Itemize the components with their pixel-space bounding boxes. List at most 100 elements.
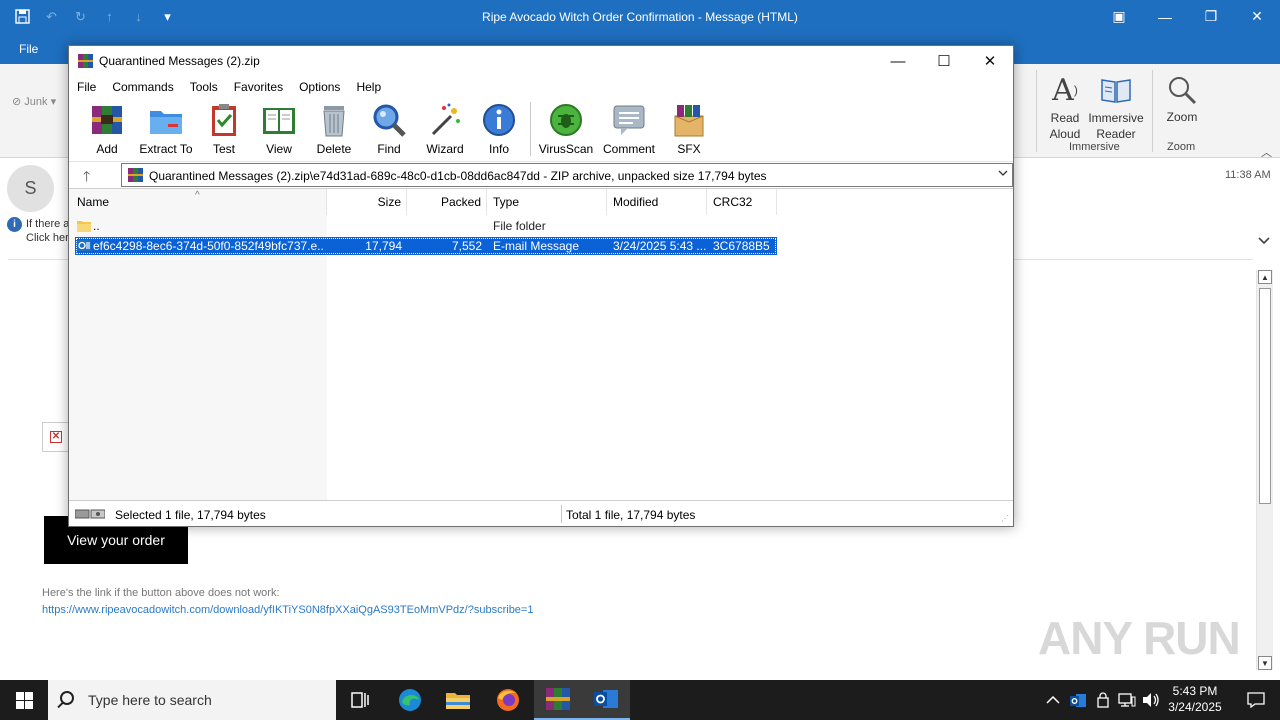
column-header-type[interactable]: Type: [487, 189, 607, 215]
add-label: Add: [96, 142, 118, 156]
broken-image-icon: ✕: [50, 431, 62, 443]
info-button[interactable]: Info: [469, 102, 529, 156]
tab-file[interactable]: File: [19, 42, 38, 56]
find-button[interactable]: Find: [359, 102, 419, 156]
taskbar-edge[interactable]: [386, 680, 434, 720]
scroll-up-icon[interactable]: ▲: [1258, 270, 1272, 284]
show-hidden-icons-button[interactable]: [1046, 680, 1060, 720]
anyrun-watermark: ANY RUN: [1038, 612, 1241, 664]
taskbar-firefox[interactable]: [484, 680, 532, 720]
menu-favorites[interactable]: Favorites: [226, 76, 291, 98]
delete-label: Delete: [316, 142, 352, 156]
column-header-size[interactable]: Size: [327, 189, 407, 215]
test-label: Test: [212, 142, 235, 156]
row-type: File folder: [493, 219, 546, 233]
row-name: ..: [93, 219, 100, 233]
menu-commands[interactable]: Commands: [104, 76, 181, 98]
table-row[interactable]: .. File folder: [75, 217, 777, 235]
volume-icon: [1143, 693, 1159, 707]
chevron-down-icon[interactable]: [998, 168, 1008, 179]
taskbar-outlook[interactable]: [582, 680, 630, 720]
name-column-background: [69, 189, 327, 500]
search-icon: [60, 691, 74, 705]
scroll-down-icon[interactable]: ▼: [1258, 656, 1272, 670]
test-button[interactable]: Test: [194, 102, 254, 156]
add-button[interactable]: Add: [77, 102, 137, 156]
tray-vpn[interactable]: [1095, 680, 1111, 720]
menu-options[interactable]: Options: [291, 76, 348, 98]
archive-path-combobox[interactable]: Quarantined Messages (2).zip\e74d31ad-68…: [121, 163, 1013, 187]
message-scrollbar[interactable]: ▲ ▼: [1256, 270, 1273, 670]
restore-button[interactable]: ❐: [1188, 0, 1234, 33]
taskbar-clock[interactable]: 5:43 PM 3/24/2025: [1160, 683, 1230, 715]
close-button[interactable]: ✕: [967, 46, 1013, 76]
file-list[interactable]: Name ^ Size Packed Type Modified CRC32 .…: [69, 188, 1013, 501]
column-header-name[interactable]: Name ^: [69, 189, 327, 215]
zoom-icon: [1160, 70, 1204, 110]
tray-outlook[interactable]: [1070, 680, 1086, 720]
column-header-crc32[interactable]: CRC32: [707, 189, 777, 215]
menu-tools[interactable]: Tools: [182, 76, 226, 98]
tray-network[interactable]: [1118, 680, 1136, 720]
info-bar-text: If there a: [26, 218, 70, 230]
notification-center-button[interactable]: [1232, 680, 1280, 720]
status-total: Total 1 file, 17,794 bytes: [566, 508, 696, 522]
virusscan-button[interactable]: VirusScan: [536, 102, 596, 156]
sfx-button[interactable]: SFX: [659, 102, 719, 156]
resize-grip-icon[interactable]: ⋰: [1001, 514, 1011, 524]
start-button[interactable]: [0, 680, 48, 720]
taskbar-search-box[interactable]: Type here to search: [48, 680, 336, 720]
scroll-thumb[interactable]: [1259, 288, 1271, 504]
view-button[interactable]: View: [249, 102, 309, 156]
magic-wand-icon: [427, 102, 463, 138]
up-one-level-icon[interactable]: 🡑: [83, 166, 90, 190]
row-type: E-mail Message: [493, 239, 580, 253]
close-button[interactable]: ✕: [1234, 0, 1280, 33]
menu-file[interactable]: File: [69, 76, 104, 98]
ribbon-display-options-icon[interactable]: ▣: [1096, 0, 1142, 33]
expand-header-icon[interactable]: [1258, 234, 1270, 248]
column-header-packed[interactable]: Packed: [407, 189, 487, 215]
immersive-reader-button[interactable]: Immersive Reader: [1088, 70, 1144, 142]
ribbon-divider: [1152, 70, 1153, 152]
wizard-label: Wizard: [426, 142, 464, 156]
read-aloud-button[interactable]: A) Read Aloud: [1042, 70, 1088, 142]
maximize-button[interactable]: ☐: [921, 46, 967, 76]
extract-to-button[interactable]: Extract To: [136, 102, 196, 156]
menu-help[interactable]: Help: [348, 76, 389, 98]
zoom-button[interactable]: Zoom: [1160, 70, 1204, 124]
add-icon: [89, 102, 125, 138]
ribbon-divider: [1036, 70, 1037, 152]
drive-icon: [74, 508, 106, 520]
taskbar-winrar[interactable]: [534, 680, 582, 720]
winrar-status-bar: Selected 1 file, 17,794 bytes Total 1 fi…: [69, 502, 1013, 526]
taskbar-file-explorer[interactable]: [434, 680, 482, 720]
outlook-icon: [594, 690, 618, 708]
find-label: Find: [377, 142, 401, 156]
tray-volume[interactable]: [1142, 680, 1160, 720]
minimize-button[interactable]: —: [875, 46, 921, 76]
order-link[interactable]: https://www.ripeavocadowitch.com/downloa…: [42, 604, 533, 616]
group-zoom-label: Zoom: [1167, 141, 1196, 153]
status-divider: [561, 505, 562, 523]
info-bar-link[interactable]: Click her: [26, 232, 69, 244]
winrar-title-bar: Quarantined Messages (2).zip — ☐ ✕: [69, 46, 1013, 76]
immersive-reader-label: Immersive Reader: [1088, 111, 1144, 141]
task-view-button[interactable]: [336, 680, 384, 720]
row-size: 17,794: [365, 239, 402, 253]
row-crc32: 3C6788B5: [713, 239, 770, 253]
comment-button[interactable]: Comment: [598, 102, 660, 156]
folder-icon: [148, 102, 184, 138]
wizard-button[interactable]: Wizard: [415, 102, 475, 156]
junk-button[interactable]: ⊘ Junk ▾: [12, 95, 56, 108]
trash-icon: [316, 102, 352, 138]
outlook-icon: [1070, 693, 1086, 707]
column-header-modified[interactable]: Modified: [607, 189, 707, 215]
table-row-selected[interactable]: ef6c4298-8ec6-374d-50f0-852f49bfc737.e..…: [75, 237, 777, 255]
minimize-button[interactable]: —: [1142, 0, 1188, 33]
delete-button[interactable]: Delete: [304, 102, 364, 156]
outlook-window-controls: ▣ — ❐ ✕: [1096, 0, 1280, 33]
group-immersive-label: Immersive: [1069, 141, 1120, 153]
avatar: S: [7, 165, 54, 212]
link-hint-text: Here's the link if the button above does…: [42, 587, 280, 599]
